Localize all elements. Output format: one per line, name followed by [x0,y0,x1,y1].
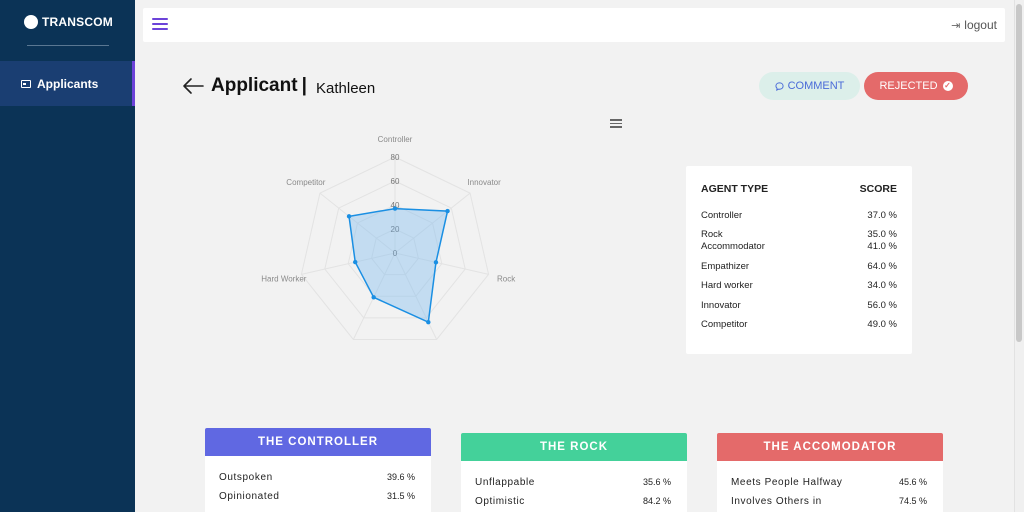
trait-value: 39.6 % [386,472,415,482]
rejected-label: REJECTED [879,80,938,92]
score-row-value: 41.0 % [867,241,897,252]
score-row: Competitor 49.0 % [701,319,897,331]
radar-point [433,260,439,265]
radar-category-label: Controller [378,136,413,144]
radar-category-label: Rock [497,274,516,283]
score-row-value: 56.0 % [867,300,897,311]
trait-row: Outspoken 39.6 % [219,472,415,483]
trait-card-title: THE ROCK [461,433,687,461]
brand-name: TRANSCOM [42,15,113,29]
score-row-value: 64.0 % [867,261,897,272]
comment-button[interactable]: COMMENT [759,72,860,100]
radar-point [346,214,352,219]
radar-series-area [348,207,449,324]
page-title: Applicant | [211,75,311,97]
trait-value: 45.6 % [898,477,927,487]
chart-menu-icon[interactable] [610,119,622,128]
trait-row: Opinionated 31.5 % [219,491,415,502]
trait-card-title: THE CONTROLLER [205,428,431,456]
trait-card-controller: THE CONTROLLER Outspoken 39.6 % Opinionat… [205,428,431,512]
score-row: Accommodator 41.0 % [701,241,897,253]
logo-icon [24,15,38,29]
score-row-label: Controller [701,210,743,221]
menu-toggle-icon[interactable] [152,18,168,30]
trait-label: Unflappable [475,477,535,488]
radar-category-label: Hard Worker [261,274,307,283]
radar-point [371,295,376,300]
trait-value: 31.5 % [386,491,415,501]
trait-row: Optimistic 84.2 % [475,496,671,507]
radar-point [445,208,450,214]
score-row: Controller 37.0 % [701,210,897,222]
radar-point [426,319,431,325]
score-row-value: 49.0 % [867,319,897,330]
radar-chart: 020406080ControllerInnovatorRockEmpathiz… [261,136,516,340]
score-row-label: Competitor [701,319,748,330]
score-row-value: 35.0 % [867,229,897,240]
radar-category-label: Innovator [467,178,501,187]
score-row-value: 37.0 % [867,210,897,221]
score-row: Rock 35.0 % [701,229,897,241]
score-row-value: 34.0 % [867,280,897,291]
score-header: SCORE [859,183,897,195]
check-circle-icon: ✓ [942,81,953,91]
id-card-icon [21,79,31,88]
score-row-label: Accommodator [701,241,765,252]
scrollbar-thumb[interactable] [1016,4,1022,342]
comment-icon [774,81,784,91]
trait-card-accomodator: THE ACCOMODATOR Meets People Halfway 45.6… [717,433,943,512]
radar-category-label: Competitor [286,178,325,187]
page-title-text: Applicant [211,75,298,96]
trait-card-title: THE ACCOMODATOR [717,433,943,461]
score-row-label: Hard worker [701,280,753,291]
trait-label: Opinionated [219,491,280,502]
sidebar-item-applicants[interactable]: Applicants [0,61,135,106]
radar-tick-label: 80 [391,153,400,162]
trait-value: 84.2 % [642,496,671,506]
page-scrollbar[interactable] [1014,0,1024,512]
brand-logo[interactable]: TRANSCOM [24,15,113,29]
score-table: AGENT TYPE SCORE Controller 37.0 % Rock 35… [686,166,912,354]
back-arrow-icon[interactable] [182,77,204,95]
trait-label: Outspoken [219,472,273,483]
score-row-label: Empathizer [701,261,750,272]
logout-icon: ⇥ [951,19,961,32]
score-row-label: Innovator [701,300,741,311]
trait-value: 35.6 % [642,477,671,487]
trait-row: Unflappable 35.6 % [475,477,671,488]
agent-type-header: AGENT TYPE [701,183,769,195]
trait-label: Optimistic [475,496,525,507]
top-bar: ⇥ logout [143,8,1005,42]
radar-point [392,206,398,211]
rejected-button[interactable]: REJECTED ✓ [864,72,968,100]
score-row-label: Rock [701,229,723,240]
sidebar: TRANSCOM Applicants [0,0,135,512]
logout-label: logout [964,18,997,32]
trait-row: Meets People Halfway 45.6 % [731,477,927,488]
title-separator: | [301,75,307,96]
trait-value: 74.5 % [898,496,927,506]
comment-label: COMMENT [787,80,845,92]
applicant-name: Kathleen [316,80,376,97]
sidebar-divider [27,45,109,46]
score-row: Empathizer 64.0 % [701,261,897,273]
trait-label: Meets People Halfway [731,477,843,488]
score-row: Innovator 56.0 % [701,300,897,312]
radar-point [353,259,358,265]
sidebar-item-label: Applicants [37,76,99,91]
trait-card-rock: THE ROCK Unflappable 35.6 % Optimistic 84.… [461,433,687,512]
radar-tick-label: 60 [391,177,400,186]
trait-label: Involves Others in [731,496,822,507]
score-row: Hard worker 34.0 % [701,280,897,292]
trait-row: Involves Others in 74.5 % [731,496,927,507]
logout-link[interactable]: ⇥ logout [951,18,997,32]
